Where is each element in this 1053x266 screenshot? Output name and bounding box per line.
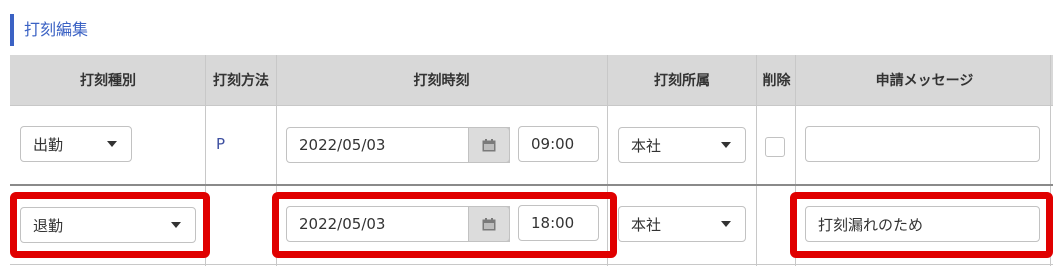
- column-divider: [756, 55, 757, 266]
- punch-date-value: 2022/05/03: [299, 136, 386, 154]
- punch-location-value: 本社: [631, 215, 662, 234]
- header-punch-time: 打刻時刻: [276, 55, 607, 105]
- header-punch-method: 打刻方法: [206, 55, 276, 105]
- punch-time-value: 09:00: [531, 135, 575, 153]
- chevron-down-icon: [107, 141, 117, 147]
- chevron-down-icon: [721, 142, 731, 148]
- highlight-box-message: [790, 192, 1053, 258]
- delete-checkbox[interactable]: [765, 137, 785, 157]
- header-delete: 削除: [757, 55, 796, 105]
- row-divider: [10, 105, 1053, 106]
- header-punch-location: 打刻所属: [607, 55, 757, 105]
- punch-location-value: 本社: [631, 136, 662, 155]
- punch-type-value: 出勤: [33, 135, 64, 154]
- section-title: 打刻編集: [10, 14, 88, 46]
- punch-location-select[interactable]: 本社: [618, 206, 746, 242]
- header-punch-type: 打刻種別: [10, 55, 206, 105]
- punch-edit-table: 打刻種別 打刻方法 打刻時刻 打刻所属 削除 申請メッセージ 出勤 P 2022…: [10, 55, 1053, 266]
- row-divider: [10, 184, 1053, 186]
- punch-location-select[interactable]: 本社: [618, 127, 746, 163]
- calendar-icon: [482, 138, 496, 151]
- section-title-text: 打刻編集: [24, 20, 89, 39]
- punch-type-select[interactable]: 出勤: [20, 126, 132, 162]
- highlight-box-time: [272, 192, 617, 258]
- row-divider: [10, 264, 1053, 265]
- header-message: 申請メッセージ: [796, 55, 1053, 105]
- punch-time-input[interactable]: 09:00: [518, 126, 599, 162]
- chevron-down-icon: [721, 221, 731, 227]
- highlight-box-type: [10, 192, 210, 258]
- message-input[interactable]: [805, 126, 1040, 162]
- date-picker-button[interactable]: [468, 127, 510, 163]
- punch-method-value: P: [216, 135, 226, 153]
